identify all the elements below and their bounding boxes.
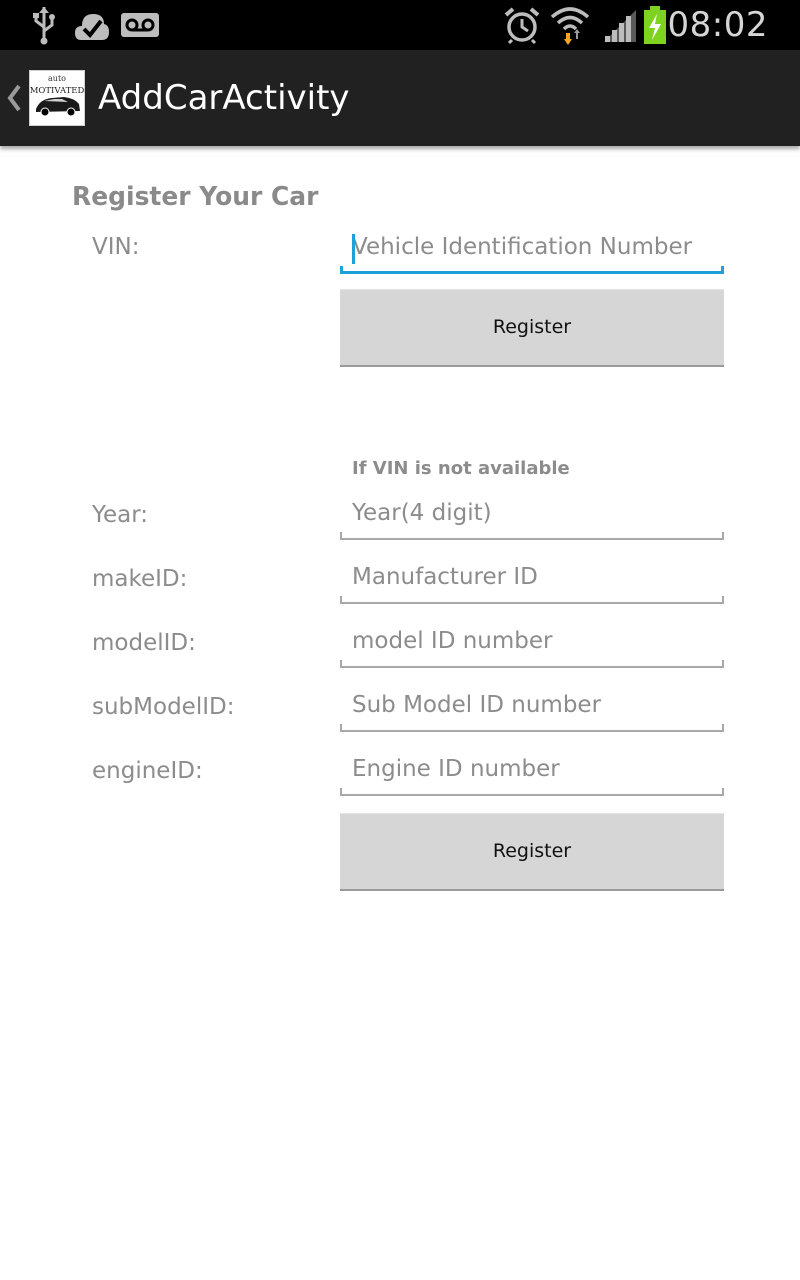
usb-icon [28,0,60,50]
engine-id-input[interactable] [340,746,724,792]
status-bar: 08:02 [0,0,800,50]
vin-unavailable-note: If VIN is not available [352,458,570,479]
logo-top-text: auto [48,74,66,83]
activity-title: AddCarActivity [98,78,350,118]
action-bar: auto MOTIVATED AddCarActivity [0,50,800,146]
logo-main-text: MOTIVATED [30,86,84,96]
make-id-label: makeID: [92,566,188,592]
model-id-label: modelID: [92,630,196,656]
up-navigation-icon[interactable] [6,50,22,146]
vin-input[interactable] [340,224,724,270]
vin-field[interactable] [340,224,724,274]
register-details-button[interactable]: Register [340,813,724,891]
year-field[interactable] [340,490,724,540]
app-logo[interactable]: auto MOTIVATED [29,70,85,126]
sub-model-id-input[interactable] [340,682,724,728]
wifi-icon [548,0,592,50]
clock-time: 08:02 [667,5,768,45]
model-id-field[interactable] [340,618,724,668]
sub-model-id-underline [340,724,724,732]
engine-id-label: engineID: [92,758,203,784]
alarm-icon [502,0,542,50]
sub-model-id-field[interactable] [340,682,724,732]
make-id-field[interactable] [340,554,724,604]
make-id-underline [340,596,724,604]
year-input[interactable] [340,490,724,536]
model-id-underline [340,660,724,668]
vin-label: VIN: [92,234,140,260]
make-id-input[interactable] [340,554,724,600]
voicemail-icon [120,0,160,50]
sub-model-id-label: subModelID: [92,694,235,720]
year-label: Year: [92,502,149,528]
signal-icon [600,0,640,50]
battery-charging-icon [642,0,668,50]
year-underline [340,532,724,540]
form-heading: Register Your Car [72,182,319,212]
engine-id-field[interactable] [340,746,724,796]
text-cursor [352,234,355,264]
checkmark-cloud-icon [72,0,112,50]
add-car-form: Register Your Car VIN: Register If VIN i… [0,146,800,1280]
engine-id-underline [340,788,724,796]
vin-underline [340,266,724,274]
register-vin-button[interactable]: Register [340,289,724,367]
model-id-input[interactable] [340,618,724,664]
